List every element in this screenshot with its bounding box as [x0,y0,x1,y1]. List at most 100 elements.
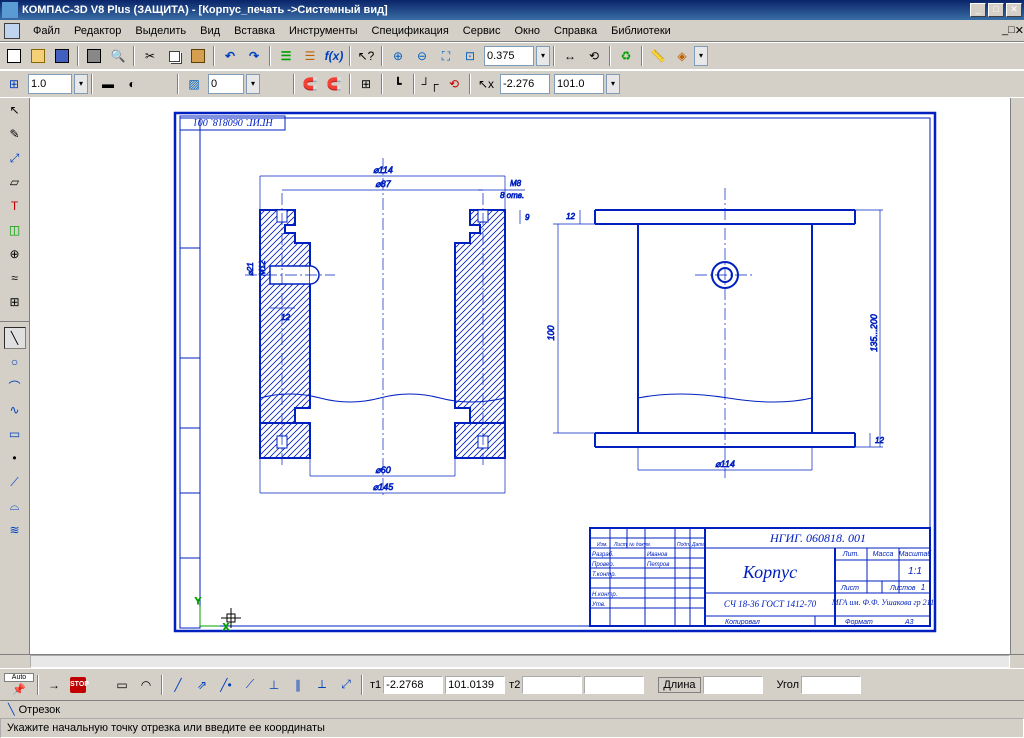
zoom-prev-button[interactable]: ⟲ [583,45,605,67]
line-tool[interactable]: ╲ [4,327,26,349]
menu-view[interactable]: Вид [193,23,227,39]
minimize-button[interactable]: _ [970,3,986,17]
xy-button[interactable]: ↖x [475,73,497,95]
zoom-in-button[interactable]: ⊕ [387,45,409,67]
length-label[interactable]: Длина [658,677,700,693]
select-tool[interactable]: ↖ [4,99,26,121]
zoom-dropdown-button[interactable]: ▾ [536,46,550,66]
text-tool[interactable]: T [4,195,26,217]
t2y-input[interactable] [584,676,644,694]
fillet-tool[interactable]: ⌓ [4,495,26,517]
point-tool[interactable]: • [4,447,26,469]
snap-button[interactable]: 🧲 [299,73,321,95]
axis-button[interactable]: ┗ [387,73,409,95]
stop-button[interactable]: STOP [67,674,89,696]
snap2-button[interactable]: 🧲 [323,73,345,95]
linewidth-dropdown-button[interactable]: ▾ [74,74,88,94]
round-button[interactable]: ⟲ [443,73,465,95]
mdi-icon[interactable] [4,23,20,39]
length-input[interactable] [703,676,763,694]
seg7-button[interactable]: ⟂ [311,674,333,696]
menu-spec[interactable]: Спецификация [365,23,456,39]
hatch-tool[interactable]: ⊞ [4,291,26,313]
measure-tool[interactable]: ≈ [4,267,26,289]
maximize-button[interactable]: □ [988,3,1004,17]
hatch-button[interactable]: ▨ [183,73,205,95]
style-line-button[interactable]: ▭ [111,674,133,696]
color-button[interactable]: ◐ [121,73,143,95]
drawing-area[interactable]: НГИГ. 060818. 001 [30,98,1010,654]
dim-tool[interactable]: ⤢ [4,147,26,169]
paste-button[interactable] [187,45,209,67]
para-tool[interactable]: ▱ [4,171,26,193]
pin-button[interactable]: 📌 [4,683,34,696]
menu-tools[interactable]: Инструменты [282,23,365,39]
coord-x-input[interactable] [500,74,550,94]
new-button[interactable] [3,45,25,67]
auto-button[interactable]: Auto [4,673,34,682]
modify-tool[interactable]: ◫ [4,219,26,241]
scrollbar-vertical[interactable] [1010,98,1024,654]
apply-button[interactable]: → [43,674,65,696]
style-button[interactable]: ▬ [97,73,119,95]
layer-input[interactable] [208,74,244,94]
linewidth-input[interactable] [28,74,72,94]
seg5-button[interactable]: ⊥ [263,674,285,696]
menu-window[interactable]: Окно [507,23,547,39]
close-button[interactable]: ✕ [1006,3,1022,17]
layers-button[interactable]: ◈ [671,45,693,67]
menu-edit[interactable]: Редактор [67,23,128,39]
style-arc-button[interactable]: ◠ [135,674,157,696]
vars-button[interactable]: ☰ [299,45,321,67]
cut-button[interactable]: ✂ [139,45,161,67]
rebuild-button[interactable]: ♻ [615,45,637,67]
layers-dropdown-button[interactable]: ▾ [694,46,708,66]
pan-button[interactable]: ↔ [559,45,581,67]
scrollbar-horizontal[interactable] [0,654,1024,668]
zoom-out-button[interactable]: ⊖ [411,45,433,67]
undo-button[interactable]: ↶ [219,45,241,67]
redo-button[interactable]: ↷ [243,45,265,67]
drawing-canvas[interactable]: НГИГ. 060818. 001 [30,98,1010,654]
seg4-button[interactable]: ⟋ [239,674,261,696]
seg2-button[interactable]: ⇗ [191,674,213,696]
angle-input[interactable] [801,676,861,694]
zoom-window-button[interactable]: ⊡ [459,45,481,67]
t1y-input[interactable] [445,676,505,694]
menu-libs[interactable]: Библиотеки [604,23,678,39]
menu-service[interactable]: Сервис [456,23,508,39]
spline-tool[interactable]: ∿ [4,399,26,421]
break-tool[interactable]: ≋ [4,519,26,541]
seg8-button[interactable]: ⤢ [335,674,357,696]
help-cursor-button[interactable]: ↖? [355,45,377,67]
zoom-fit-button[interactable]: ⛶ [435,45,457,67]
zoom-value-input[interactable] [484,46,534,66]
menu-select[interactable]: Выделить [128,23,193,39]
arc-tool[interactable]: ⌒ [4,375,26,397]
sketch-tool[interactable]: ✎ [4,123,26,145]
save-button[interactable] [51,45,73,67]
menu-file[interactable]: Файл [26,23,67,39]
fx-button[interactable]: f(x) [323,45,345,67]
layer-dropdown-button[interactable]: ▾ [246,74,260,94]
preview-button[interactable]: 🔍 [107,45,129,67]
seg6-button[interactable]: ∥ [287,674,309,696]
print-button[interactable] [83,45,105,67]
grid-button[interactable]: ⊞ [355,73,377,95]
measure-button[interactable]: 📏 [647,45,669,67]
dim-button[interactable]: ┘┌ [419,73,441,95]
seg1-button[interactable]: ╱ [167,674,189,696]
mdi-restore-button[interactable]: □ [1008,24,1015,37]
coord-dropdown-button[interactable]: ▾ [606,74,620,94]
open-button[interactable] [27,45,49,67]
chamfer-tool[interactable]: ⟋ [4,471,26,493]
circle-tool[interactable]: ○ [4,351,26,373]
coord-y-input[interactable] [554,74,604,94]
constr-tool[interactable]: ⊕ [4,243,26,265]
props-button[interactable]: ☰ [275,45,297,67]
copy-button[interactable] [163,45,185,67]
ortho-button[interactable]: ⊞ [3,73,25,95]
rect-tool[interactable]: ▭ [4,423,26,445]
menu-help[interactable]: Справка [547,23,604,39]
t1x-input[interactable] [383,676,443,694]
